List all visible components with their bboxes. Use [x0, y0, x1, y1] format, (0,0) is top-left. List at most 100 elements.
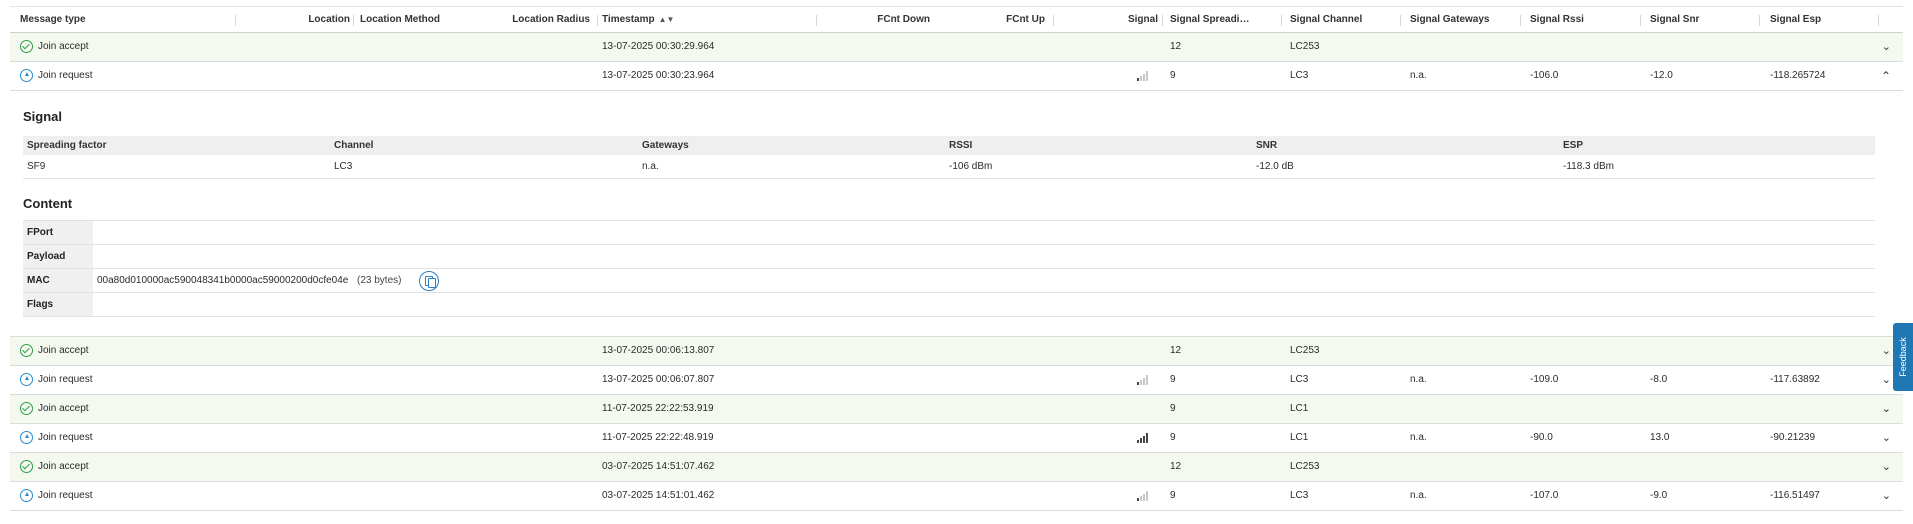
content-label-flags: Flags [23, 293, 93, 316]
cell-signal-channel: LC1 [1290, 403, 1309, 414]
signal-table-header: Spreading factor Channel Gateways RSSI S… [23, 136, 1875, 155]
signal-bar [1140, 380, 1142, 385]
cell-signal-rssi: -107.0 [1530, 490, 1559, 501]
cell-signal-gateways: n.a. [1410, 490, 1427, 501]
chevron-down-icon[interactable]: ⌄ [1882, 337, 1891, 365]
column-divider[interactable] [597, 15, 598, 26]
table-row[interactable]: Join request 13-07-2025 00:30:23.964 9 LC3 n… [10, 62, 1903, 91]
column-divider[interactable] [1878, 15, 1879, 26]
content-value-mac: 00a80d010000ac590048341b0000ac59000200d0… [97, 275, 349, 286]
table-row[interactable]: Join accept 11-07-2025 22:22:53.919 9 LC1 ⌄ [10, 395, 1903, 424]
check-circle-icon [20, 40, 33, 53]
column-divider[interactable] [1400, 15, 1401, 26]
signal-bar [1140, 496, 1142, 501]
check-circle-icon [20, 344, 33, 357]
signal-value-gateways: n.a. [642, 161, 659, 172]
col-header-timestamp[interactable]: Timestamp ▲▼ [602, 7, 682, 33]
cell-timestamp: 13-07-2025 00:30:23.964 [602, 70, 715, 81]
cell-message-type: Join accept [38, 345, 89, 356]
signal-strength-icon [1137, 433, 1149, 443]
chevron-down-icon[interactable]: ⌄ [1882, 395, 1891, 423]
column-divider[interactable] [235, 15, 236, 26]
signal-value-esp: -118.3 dBm [1563, 161, 1614, 172]
feedback-tab[interactable]: Feedback [1893, 323, 1913, 391]
cell-signal-channel: LC253 [1290, 461, 1320, 472]
sort-desc-icon[interactable]: ▲▼ [659, 7, 675, 33]
arrow-up-circle-icon [20, 489, 33, 502]
cell-timestamp: 03-07-2025 14:51:01.462 [602, 490, 715, 501]
chevron-down-icon[interactable]: ⌄ [1882, 424, 1891, 452]
column-divider[interactable] [1053, 15, 1054, 26]
chevron-down-icon[interactable]: ⌄ [1882, 366, 1891, 394]
signal-bar [1137, 440, 1139, 443]
cell-signal-channel: LC253 [1290, 41, 1320, 52]
cell-signal-spreading: 9 [1170, 490, 1176, 501]
column-divider[interactable] [816, 15, 817, 26]
chevron-down-icon[interactable]: ⌄ [1882, 453, 1891, 481]
cell-signal-snr: -12.0 [1650, 70, 1673, 81]
cell-signal-spreading: 9 [1170, 374, 1176, 385]
table-header: Message type Location Location Method Lo… [10, 6, 1903, 33]
col-header-signal-snr[interactable]: Signal Snr [1650, 7, 1750, 33]
table-row[interactable]: Join accept 13-07-2025 00:06:13.807 12 LC25… [10, 337, 1903, 366]
table-row[interactable]: Join accept 03-07-2025 14:51:07.462 12 LC25… [10, 453, 1903, 482]
column-divider[interactable] [1759, 15, 1760, 26]
cell-timestamp: 13-07-2025 00:06:13.807 [602, 345, 715, 356]
feedback-label: Feedback [1898, 337, 1908, 377]
chevron-down-icon[interactable]: ⌄ [1882, 482, 1891, 510]
content-label-mac: MAC [23, 269, 93, 292]
col-header-signal-rssi[interactable]: Signal Rssi [1530, 7, 1630, 33]
cell-signal-snr: -9.0 [1650, 490, 1668, 501]
cell-signal-spreading: 9 [1170, 432, 1176, 443]
table-row[interactable]: Join request 03-07-2025 14:51:01.462 9 LC3 n… [10, 482, 1903, 511]
chevron-down-icon[interactable]: ⌄ [1882, 33, 1891, 61]
col-header-signal-spreading[interactable]: Signal Spreading ... [1170, 7, 1254, 33]
cell-message-type: Join request [38, 374, 93, 385]
col-header-location-radius[interactable]: Location Radius [480, 7, 590, 33]
messages-table: Message type Location Location Method Lo… [10, 6, 1903, 511]
column-divider[interactable] [1520, 15, 1521, 26]
table-row[interactable]: Join request 13-07-2025 00:06:07.807 9 LC3 n… [10, 366, 1903, 395]
arrow-up-circle-icon [20, 69, 33, 82]
col-header-location-method[interactable]: Location Method [360, 7, 470, 33]
cell-signal-esp: -116.51497 [1770, 490, 1820, 501]
col-header-signal-gateways[interactable]: Signal Gateways [1410, 7, 1510, 33]
column-divider[interactable] [1162, 15, 1163, 26]
check-circle-icon [20, 402, 33, 415]
cell-signal-channel: LC3 [1290, 70, 1309, 81]
cell-timestamp: 13-07-2025 00:30:29.964 [602, 41, 715, 52]
cell-message-type: Join accept [38, 41, 89, 52]
signal-strength-icon [1137, 491, 1149, 501]
cell-signal-snr: 13.0 [1650, 432, 1670, 443]
cell-timestamp: 03-07-2025 14:51:07.462 [602, 461, 715, 472]
cell-signal-esp: -90.21239 [1770, 432, 1816, 443]
column-divider[interactable] [1640, 15, 1641, 26]
col-header-signal[interactable]: Signal [1070, 7, 1158, 33]
chevron-up-icon[interactable]: ⌃ [1881, 62, 1891, 90]
table-row[interactable]: Join accept 13-07-2025 00:30:29.964 12 LC25… [10, 33, 1903, 62]
col-header-message-type[interactable]: Message type [20, 7, 180, 33]
cell-signal-snr: -8.0 [1650, 374, 1668, 385]
col-header-location[interactable]: Location [240, 7, 350, 33]
content-table: FPort Payload MAC 00a80d010000ac59004834… [23, 220, 1875, 317]
signal-bar [1143, 436, 1145, 443]
table-row[interactable]: Join request 11-07-2025 22:22:48.919 9 LC1 n… [10, 424, 1903, 453]
signal-header-channel: Channel [334, 140, 374, 151]
col-header-signal-channel[interactable]: Signal Channel [1290, 7, 1390, 33]
cell-timestamp: 11-07-2025 22:22:53.919 [602, 403, 714, 414]
signal-value-snr: -12.0 dB [1256, 161, 1294, 172]
col-header-fcnt-down[interactable]: FCnt Down [820, 7, 930, 33]
arrow-up-circle-icon [20, 431, 33, 444]
cell-message-type: Join request [38, 70, 93, 81]
signal-value-channel: LC3 [334, 161, 353, 172]
col-header-signal-esp[interactable]: Signal Esp [1770, 7, 1870, 33]
cell-signal-channel: LC1 [1290, 432, 1309, 443]
signal-bar [1140, 76, 1142, 81]
column-divider[interactable] [353, 15, 354, 26]
column-divider[interactable] [1281, 15, 1282, 26]
copy-icon[interactable] [419, 271, 439, 291]
signal-bar [1143, 378, 1145, 385]
col-header-fcnt-up[interactable]: FCnt Up [935, 7, 1045, 33]
signal-bar [1143, 494, 1145, 501]
cell-message-type: Join request [38, 432, 93, 443]
